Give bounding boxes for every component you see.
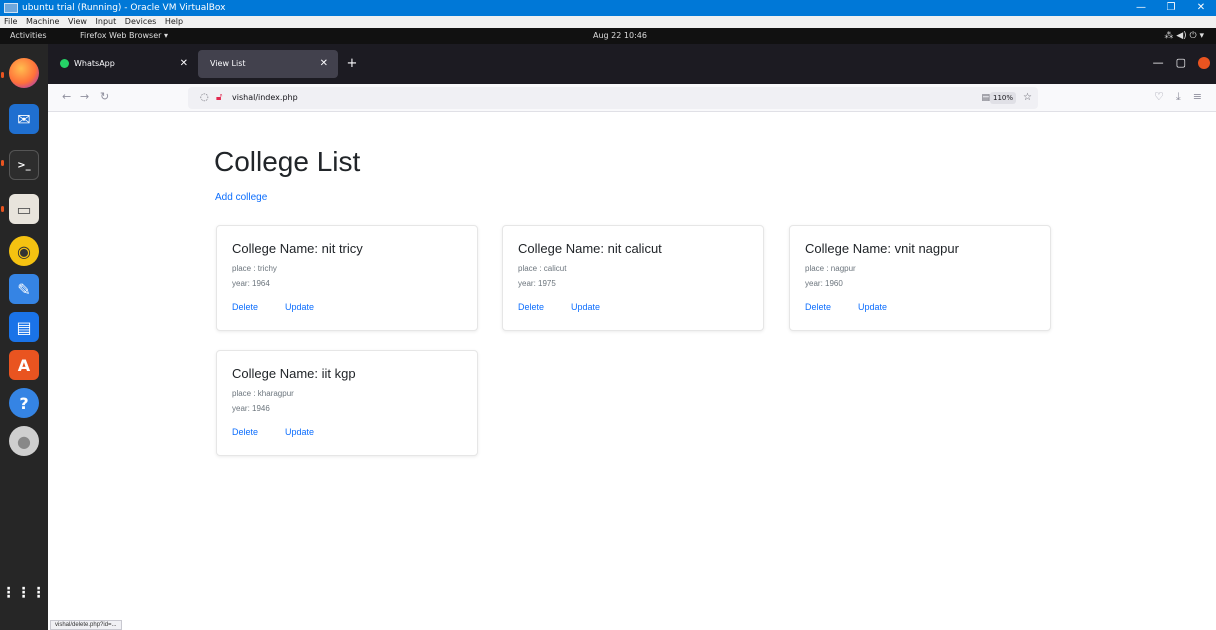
close-window-icon[interactable] (1198, 57, 1210, 69)
menu-machine[interactable]: Machine (26, 17, 60, 26)
disc-icon[interactable]: ● (9, 426, 39, 456)
bookmark-star-icon[interactable]: ☆ (1023, 87, 1032, 109)
vbox-menubar: File Machine View Input Devices Help (0, 16, 1216, 28)
college-name: College Name: nit tricy (232, 241, 363, 256)
close-tab-icon[interactable]: ✕ (320, 50, 328, 78)
delete-link[interactable]: Delete (805, 302, 831, 312)
minimize-icon[interactable]: — (1153, 56, 1164, 69)
delete-link[interactable]: Delete (232, 427, 258, 437)
system-tray[interactable]: ⁂ ◀) ⏻ ▾ (1164, 28, 1204, 44)
new-tab-button[interactable]: + (344, 56, 360, 72)
college-year: year: 1946 (232, 404, 270, 413)
college-name: College Name: iit kgp (232, 366, 356, 381)
firefox-window-controls: — ▢ (1141, 56, 1210, 69)
close-icon[interactable]: ✕ (1186, 0, 1216, 16)
college-name: College Name: vnit nagpur (805, 241, 959, 256)
update-link[interactable]: Update (571, 302, 600, 312)
tab-label: WhatsApp (74, 59, 115, 68)
close-tab-icon[interactable]: ✕ (180, 50, 188, 78)
url-bar[interactable]: ◌ 🔓︎ vishal/index.php ▤ 110% ☆ (188, 87, 1038, 109)
app-menu[interactable]: Firefox Web Browser ▾ (80, 28, 168, 44)
college-place: place : trichy (232, 264, 277, 273)
vbox-window-title: ubuntu trial (Running) - Oracle VM Virtu… (22, 3, 226, 13)
clock[interactable]: Aug 22 10:46 (580, 28, 660, 44)
thunderbird-icon[interactable]: ✉ (9, 104, 39, 134)
dock: ✉ >_ ▭ ◉ ✎ ▤ A ? ● ⋮⋮⋮ (0, 44, 48, 630)
files-icon[interactable]: ▭ (9, 194, 39, 224)
help-icon[interactable]: ? (9, 388, 39, 418)
toolbar-right: ♡ ⤓ ≡ (1142, 90, 1202, 104)
college-year: year: 1964 (232, 279, 270, 288)
vbox-titlebar: ubuntu trial (Running) - Oracle VM Virtu… (0, 0, 1216, 16)
update-link[interactable]: Update (285, 302, 314, 312)
rhythmbox-icon[interactable]: ◉ (9, 236, 39, 266)
page-title: College List (214, 146, 361, 177)
software-icon[interactable]: A (9, 350, 39, 380)
writer-icon[interactable]: ▤ (9, 312, 39, 342)
college-year: year: 1960 (805, 279, 843, 288)
firefox-icon[interactable] (9, 58, 39, 88)
nav-toolbar: ← → ↻ ◌ 🔓︎ vishal/index.php ▤ 110% ☆ ♡ ⤓ ≡ (48, 84, 1216, 112)
menu-icon[interactable]: ≡ (1193, 90, 1202, 103)
downloads-icon[interactable]: ⤓ (1176, 90, 1181, 103)
college-card: College Name: nit calicut place : calicu… (502, 225, 764, 331)
college-year: year: 1975 (518, 279, 556, 288)
delete-link[interactable]: Delete (232, 302, 258, 312)
college-name: College Name: nit calicut (518, 241, 662, 256)
college-place: place : nagpur (805, 264, 856, 273)
reload-icon[interactable]: ↻ (100, 90, 109, 103)
page-content: College List Add college College Name: n… (48, 112, 1216, 630)
college-card: College Name: nit tricy place : trichy y… (216, 225, 478, 331)
minimize-icon[interactable]: — (1126, 0, 1156, 16)
menu-view[interactable]: View (68, 17, 87, 26)
tracking-protection-icon[interactable]: ◌ (200, 87, 209, 109)
delete-link[interactable]: Delete (518, 302, 544, 312)
active-app-indicator (1, 72, 4, 78)
menu-input[interactable]: Input (96, 17, 117, 26)
url-text[interactable]: vishal/index.php (232, 87, 298, 109)
maximize-icon[interactable]: ▢ (1176, 56, 1186, 69)
forward-icon[interactable]: → (80, 90, 89, 103)
add-college-link[interactable]: Add college (215, 192, 267, 203)
activities-button[interactable]: Activities (10, 28, 47, 44)
text-editor-icon[interactable]: ✎ (9, 274, 39, 304)
virtualbox-icon (4, 3, 18, 13)
insecure-lock-icon[interactable]: 🔓︎ (216, 87, 222, 109)
pocket-icon[interactable]: ♡ (1154, 90, 1164, 103)
tab-view-list[interactable]: View List ✕ (198, 50, 338, 78)
update-link[interactable]: Update (858, 302, 887, 312)
gnome-topbar: Activities Firefox Web Browser ▾ Aug 22 … (0, 28, 1216, 44)
tab-label: View List (210, 59, 246, 68)
whatsapp-icon (60, 59, 69, 68)
college-card: College Name: iit kgp place : kharagpur … (216, 350, 478, 456)
active-app-indicator (1, 160, 4, 166)
college-place: place : kharagpur (232, 389, 294, 398)
menu-file[interactable]: File (4, 17, 17, 26)
tab-whatsapp[interactable]: WhatsApp ✕ (48, 50, 198, 78)
active-app-indicator (1, 206, 4, 212)
back-icon[interactable]: ← (62, 90, 71, 103)
tab-strip: WhatsApp ✕ View List ✕ + — ▢ (48, 44, 1216, 84)
terminal-icon[interactable]: >_ (9, 150, 39, 180)
update-link[interactable]: Update (285, 427, 314, 437)
menu-help[interactable]: Help (165, 17, 183, 26)
zoom-level[interactable]: 110% (989, 92, 1016, 104)
college-place: place : calicut (518, 264, 567, 273)
status-link-preview: vishal/delete.php?id=... (50, 620, 122, 630)
show-apps-icon[interactable]: ⋮⋮⋮ (2, 578, 46, 608)
menu-devices[interactable]: Devices (125, 17, 157, 26)
maximize-icon[interactable]: ❐ (1156, 0, 1186, 16)
college-card: College Name: vnit nagpur place : nagpur… (789, 225, 1051, 331)
reader-view-icon[interactable]: ▤ (981, 87, 990, 109)
